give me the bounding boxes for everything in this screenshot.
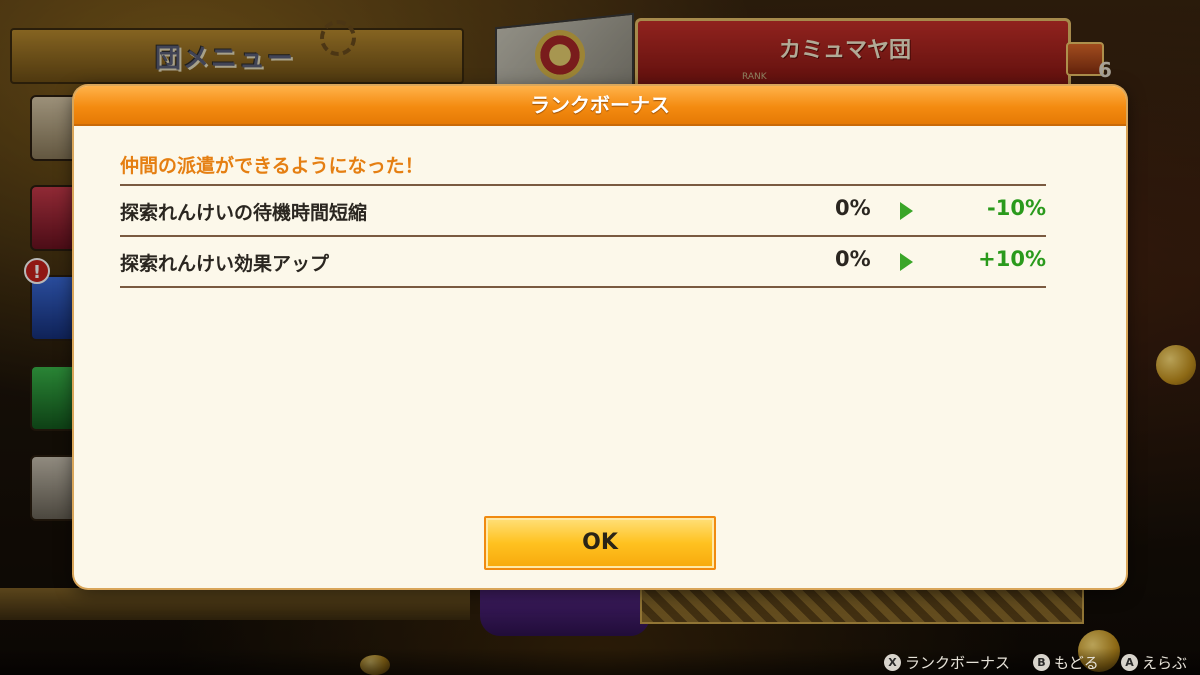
bonus-row: 探索れんけいの待機時間短縮 0% -10% bbox=[120, 186, 1046, 237]
bonus-headline: 仲間の派遣ができるようになった！ bbox=[120, 152, 1046, 186]
hint-label: ランクボーナス bbox=[905, 654, 1011, 672]
bonus-before-value: 0% bbox=[835, 247, 871, 271]
hint-label: もどる bbox=[1054, 654, 1099, 672]
hint-back[interactable]: B もどる bbox=[1033, 652, 1099, 673]
x-button-icon: X bbox=[884, 654, 901, 671]
rank-bonus-dialog: ランクボーナス 仲間の派遣ができるようになった！ 探索れんけいの待機時間短縮 0… bbox=[74, 86, 1126, 588]
bonus-row: 探索れんけい効果アップ 0% +10% bbox=[120, 237, 1046, 288]
bonus-after-value: -10% bbox=[987, 196, 1046, 220]
a-button-icon: A bbox=[1121, 654, 1138, 671]
hint-label: えらぶ bbox=[1142, 654, 1188, 672]
b-button-icon: B bbox=[1033, 654, 1050, 671]
bonus-after-value: +10% bbox=[978, 247, 1046, 271]
ok-button[interactable]: OK bbox=[484, 516, 716, 570]
bonus-label: 探索れんけいの待機時間短縮 bbox=[120, 202, 368, 224]
play-arrow-icon bbox=[900, 253, 913, 271]
hint-select[interactable]: A えらぶ bbox=[1121, 652, 1187, 673]
controller-hint-bar bbox=[0, 648, 1200, 675]
bonus-before-value: 0% bbox=[835, 196, 871, 220]
dialog-body: 仲間の派遣ができるようになった！ 探索れんけいの待機時間短縮 0% -10% 探… bbox=[120, 152, 1046, 288]
play-arrow-icon bbox=[900, 202, 913, 220]
bonus-label: 探索れんけい効果アップ bbox=[120, 253, 330, 275]
dialog-title: ランクボーナス bbox=[530, 93, 670, 117]
hint-rank-bonus[interactable]: X ランクボーナス bbox=[884, 652, 1010, 673]
